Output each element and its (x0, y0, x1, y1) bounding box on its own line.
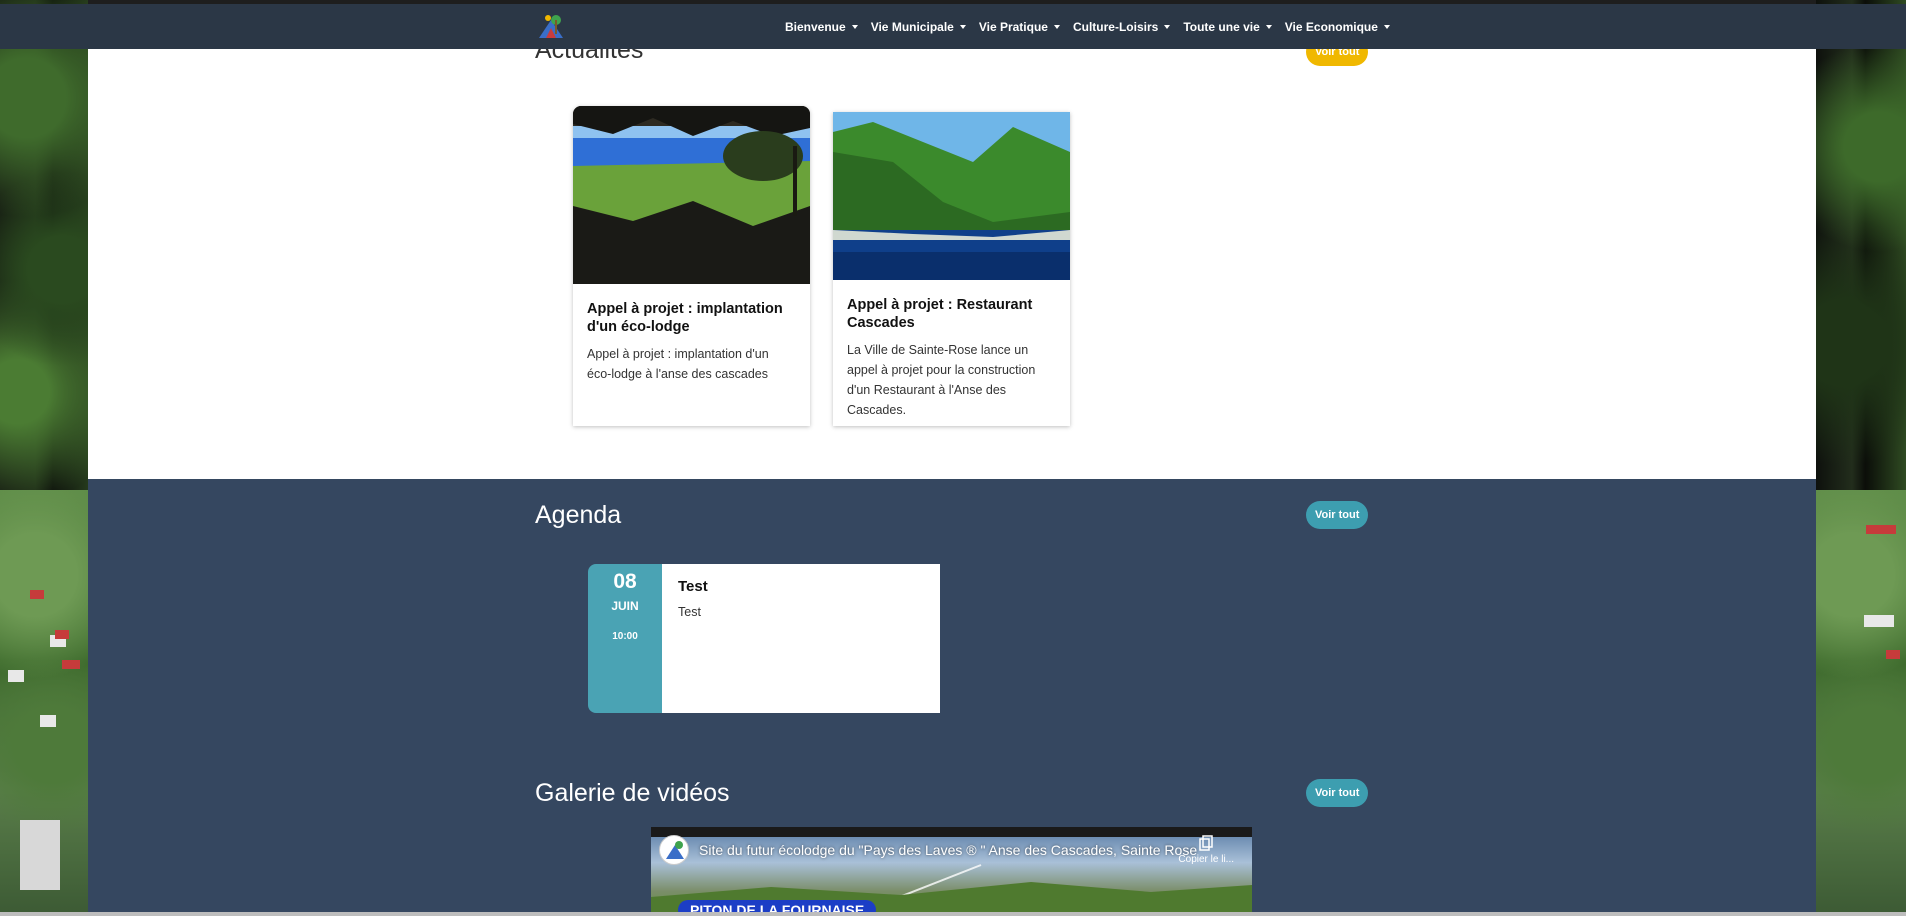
event-month: JUIN (611, 599, 639, 613)
top-navbar: Bienvenue Vie Municipale Vie Pratique Cu… (0, 4, 1906, 49)
nav-item-vie-municipale[interactable]: Vie Municipale (871, 20, 966, 34)
agenda-title: Agenda (535, 501, 622, 529)
agenda-see-all-button[interactable]: Voir tout (1306, 501, 1369, 529)
copy-link-button[interactable]: Copier le li... (1178, 835, 1234, 865)
event-info: Test Test (662, 564, 940, 713)
news-card[interactable]: Appel à projet : implantation d'un éco-l… (573, 106, 810, 426)
event-title: Test (678, 578, 708, 595)
news-card[interactable]: Appel à projet : Restaurant Cascades La … (833, 112, 1070, 426)
videos-title: Galerie de vidéos (535, 779, 730, 807)
video-title[interactable]: Site du futur écolodge du "Pays des Lave… (699, 842, 1197, 858)
news-card-text: Appel à projet : implantation d'un éco-l… (587, 347, 769, 381)
nav-item-vie-economique[interactable]: Vie Economique (1285, 20, 1390, 34)
nav-item-culture-loisirs[interactable]: Culture-Loisirs (1073, 20, 1171, 34)
news-card-image (573, 106, 810, 284)
copy-link-label: Copier le li... (1178, 854, 1234, 865)
right-background-image (1816, 0, 1906, 916)
news-card-image (833, 112, 1070, 280)
event-date-block: 08 JUIN 10:00 (588, 564, 662, 713)
chevron-down-icon (959, 24, 966, 29)
nav-item-bienvenue[interactable]: Bienvenue (785, 20, 858, 34)
event-day: 08 (613, 570, 637, 593)
news-card-title: Appel à projet : Restaurant Cascades (847, 297, 1033, 331)
event-description: Test (678, 605, 701, 619)
chevron-down-icon (1053, 24, 1060, 29)
copy-icon (1199, 835, 1213, 851)
channel-avatar[interactable] (659, 835, 689, 865)
video-embed[interactable]: Site du futur écolodge du "Pays des Lave… (651, 827, 1252, 916)
videos-see-all-button[interactable]: Voir tout (1306, 779, 1369, 807)
main-menu: Bienvenue Vie Municipale Vie Pratique Cu… (785, 4, 1403, 49)
chevron-down-icon (851, 24, 858, 29)
left-background-image (0, 0, 88, 916)
news-card-title: Appel à projet : implantation d'un éco-l… (587, 301, 783, 335)
event-time: 10:00 (612, 631, 638, 642)
news-card-text: La Ville de Sainte-Rose lance un appel à… (847, 343, 1036, 417)
agenda-event-card[interactable]: 08 JUIN 10:00 Test Test (588, 564, 940, 713)
chevron-down-icon (1383, 24, 1390, 29)
chevron-down-icon (1265, 24, 1272, 29)
nav-item-toute-une-vie[interactable]: Toute une vie (1183, 20, 1272, 34)
chevron-down-icon (1164, 24, 1171, 29)
bottom-scroll-edge (0, 912, 1906, 916)
town-logo-icon[interactable] (536, 12, 566, 42)
nav-item-vie-pratique[interactable]: Vie Pratique (979, 20, 1060, 34)
